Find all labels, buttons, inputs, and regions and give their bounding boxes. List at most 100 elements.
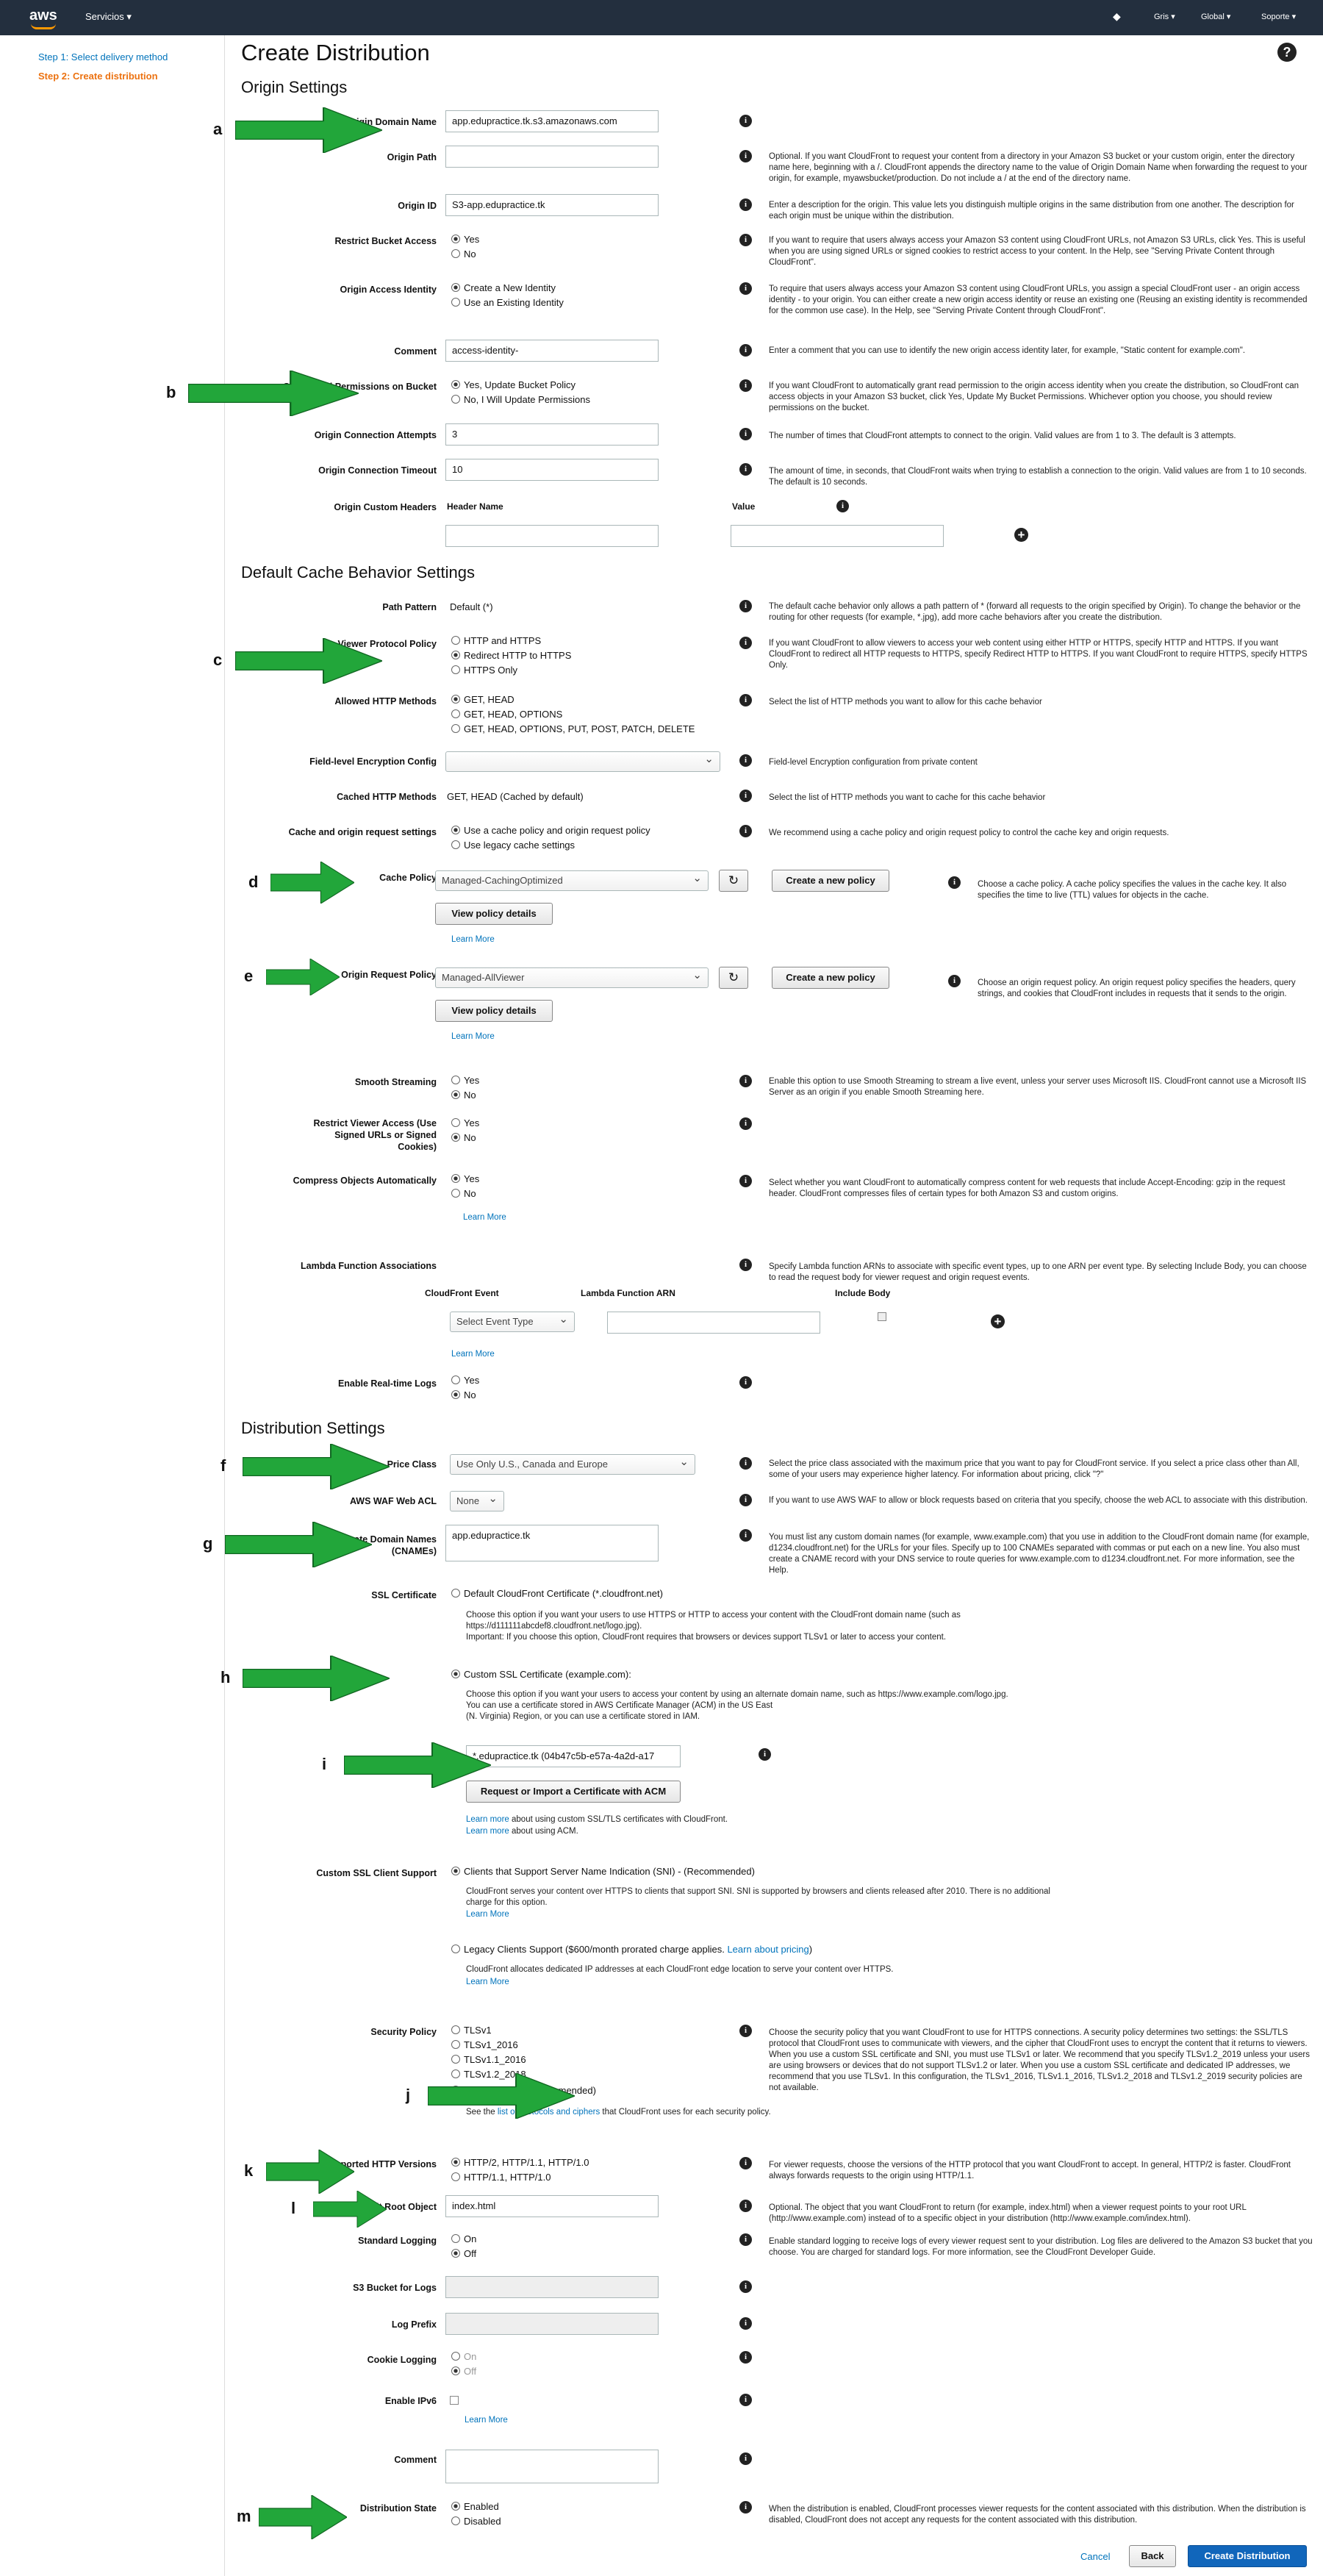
log-bucket-input[interactable] xyxy=(445,2276,659,2298)
compress-learn-more[interactable]: Learn More xyxy=(463,1213,506,1222)
ipv6-learn-more[interactable]: Learn More xyxy=(465,2416,508,2425)
lambda-learn-more[interactable]: Learn More xyxy=(451,1350,495,1359)
rtl-no-radio[interactable]: No xyxy=(451,1388,476,1402)
info-icon[interactable]: i xyxy=(759,1748,771,1761)
cookie-on-radio[interactable]: On xyxy=(451,2350,476,2364)
info-icon[interactable]: i xyxy=(739,2025,752,2037)
info-icon[interactable]: i xyxy=(739,2452,752,2465)
info-icon[interactable]: i xyxy=(739,1494,752,1506)
smooth-no-radio[interactable]: No xyxy=(451,1088,476,1102)
cache-policy-select[interactable]: Managed-CachingOptimized xyxy=(435,870,709,891)
info-icon[interactable]: i xyxy=(739,637,752,649)
methods-get-head-radio[interactable]: GET, HEAD xyxy=(451,693,514,706)
info-icon[interactable]: i xyxy=(739,1117,752,1130)
info-icon[interactable]: i xyxy=(739,2280,752,2293)
waf-select[interactable]: None xyxy=(450,1491,504,1511)
connection-timeout-input[interactable]: 10 xyxy=(445,459,659,481)
info-icon[interactable]: i xyxy=(739,1376,752,1389)
state-disabled-radio[interactable]: Disabled xyxy=(451,2514,501,2528)
use-cache-policy-radio[interactable]: Use a cache policy and origin request po… xyxy=(451,823,650,837)
info-icon[interactable]: i xyxy=(739,2317,752,2330)
info-icon[interactable]: i xyxy=(739,754,752,767)
default-root-input[interactable]: index.html xyxy=(445,2195,659,2217)
acm-learn-more[interactable]: Learn more xyxy=(466,1827,509,1836)
http2-radio[interactable]: HTTP/2, HTTP/1.1, HTTP/1.0 xyxy=(451,2155,589,2169)
dist-comment-textarea[interactable] xyxy=(445,2450,659,2483)
log-prefix-input[interactable] xyxy=(445,2313,659,2335)
origin-domain-input[interactable]: app.edupractice.tk.s3.amazonaws.com xyxy=(445,110,659,132)
logging-on-radio[interactable]: On xyxy=(451,2232,476,2246)
include-body-checkbox[interactable] xyxy=(878,1312,886,1325)
info-icon[interactable]: i xyxy=(739,694,752,706)
vpp-http-https-radio[interactable]: HTTP and HTTPS xyxy=(451,634,541,648)
add-lambda-icon[interactable]: + xyxy=(991,1314,1005,1328)
custom-ssl-learn-more[interactable]: Learn more xyxy=(466,1815,509,1824)
methods-all-radio[interactable]: GET, HEAD, OPTIONS, PUT, POST, PATCH, DE… xyxy=(451,722,695,736)
info-icon[interactable]: i xyxy=(739,234,752,246)
refresh-icon[interactable]: ↻ xyxy=(719,870,748,892)
request-certificate-button[interactable]: Request or Import a Certificate with ACM xyxy=(466,1781,681,1803)
info-icon[interactable]: i xyxy=(739,2200,752,2212)
ssl-custom-radio[interactable]: Custom SSL Certificate (example.com): xyxy=(451,1667,631,1681)
help-icon[interactable]: ? xyxy=(1277,43,1297,62)
price-class-select[interactable]: Use Only U.S., Canada and Europe xyxy=(450,1454,695,1475)
smooth-yes-radio[interactable]: Yes xyxy=(451,1073,479,1087)
info-icon[interactable]: i xyxy=(739,198,752,211)
info-icon[interactable]: i xyxy=(739,428,752,440)
cnames-textarea[interactable]: app.edupractice.tk xyxy=(445,1525,659,1561)
lambda-arn-input[interactable] xyxy=(607,1312,820,1334)
info-icon[interactable]: i xyxy=(739,1457,752,1470)
cache-policy-learn-more[interactable]: Learn More xyxy=(451,935,495,944)
view-cache-policy-button[interactable]: View policy details xyxy=(435,903,553,925)
sni-learn-more[interactable]: Learn More xyxy=(466,1910,509,1919)
origin-id-input[interactable]: S3-app.edupractice.tk xyxy=(445,194,659,216)
info-icon[interactable]: i xyxy=(836,500,849,512)
vpp-redirect-radio[interactable]: Redirect HTTP to HTTPS xyxy=(451,648,571,662)
aws-logo[interactable]: aws xyxy=(29,7,57,29)
pricing-link[interactable]: Learn about pricing xyxy=(727,1944,808,1955)
info-icon[interactable]: i xyxy=(739,1259,752,1271)
info-icon[interactable]: i xyxy=(739,282,752,295)
logging-off-radio[interactable]: Off xyxy=(451,2247,476,2261)
origin-path-input[interactable] xyxy=(445,146,659,168)
back-button[interactable]: Back xyxy=(1129,2545,1176,2567)
info-icon[interactable]: i xyxy=(739,825,752,837)
http11-radio[interactable]: HTTP/1.1, HTTP/1.0 xyxy=(451,2170,551,2184)
header-name-input[interactable] xyxy=(445,525,659,547)
info-icon[interactable]: i xyxy=(948,876,961,889)
compress-yes-radio[interactable]: Yes xyxy=(451,1172,479,1186)
connection-attempts-input[interactable]: 3 xyxy=(445,423,659,446)
ssl-default-radio[interactable]: Default CloudFront Certificate (*.cloudf… xyxy=(451,1586,663,1600)
info-icon[interactable]: i xyxy=(739,2394,752,2406)
oai-existing-radio[interactable]: Use an Existing Identity xyxy=(451,296,564,310)
create-origin-policy-button[interactable]: Create a new policy xyxy=(772,967,889,989)
add-header-icon[interactable]: + xyxy=(1014,528,1028,542)
cookie-off-radio[interactable]: Off xyxy=(451,2364,476,2378)
certificate-input[interactable]: *.edupractice.tk (04b47c5b-e57a-4a2d-a17 xyxy=(466,1745,681,1767)
view-origin-policy-button[interactable]: View policy details xyxy=(435,1000,553,1022)
oai-create-radio[interactable]: Create a New Identity xyxy=(451,281,556,295)
vpp-https-only-radio[interactable]: HTTPS Only xyxy=(451,663,517,677)
info-icon[interactable]: i xyxy=(739,1175,752,1187)
refresh-icon[interactable]: ↻ xyxy=(719,967,748,989)
info-icon[interactable]: i xyxy=(739,115,752,127)
grant-yes-radio[interactable]: Yes, Update Bucket Policy xyxy=(451,378,576,392)
restrict-viewer-no-radio[interactable]: No xyxy=(451,1131,476,1145)
info-icon[interactable]: i xyxy=(739,600,752,612)
origin-request-policy-select[interactable]: Managed-AllViewer xyxy=(435,967,709,988)
grant-no-radio[interactable]: No, I Will Update Permissions xyxy=(451,393,590,407)
tlsv1-2016-radio[interactable]: TLSv1_2016 xyxy=(451,2038,518,2052)
state-enabled-radio[interactable]: Enabled xyxy=(451,2500,499,2514)
restrict-yes-radio[interactable]: Yes xyxy=(451,232,479,246)
sni-radio[interactable]: Clients that Support Server Name Indicat… xyxy=(451,1864,755,1878)
info-icon[interactable]: i xyxy=(739,2351,752,2364)
compress-no-radio[interactable]: No xyxy=(451,1187,476,1201)
tlsv11-2016-radio[interactable]: TLSv1.1_2016 xyxy=(451,2053,526,2067)
info-icon[interactable]: i xyxy=(739,150,752,162)
info-icon[interactable]: i xyxy=(739,2233,752,2246)
info-icon[interactable]: i xyxy=(739,463,752,476)
user-menu[interactable]: Gris ▾ xyxy=(1154,12,1175,21)
bell-icon[interactable]: ◆ xyxy=(1113,10,1121,23)
support-menu[interactable]: Soporte ▾ xyxy=(1261,12,1296,21)
origin-policy-learn-more[interactable]: Learn More xyxy=(451,1032,495,1041)
